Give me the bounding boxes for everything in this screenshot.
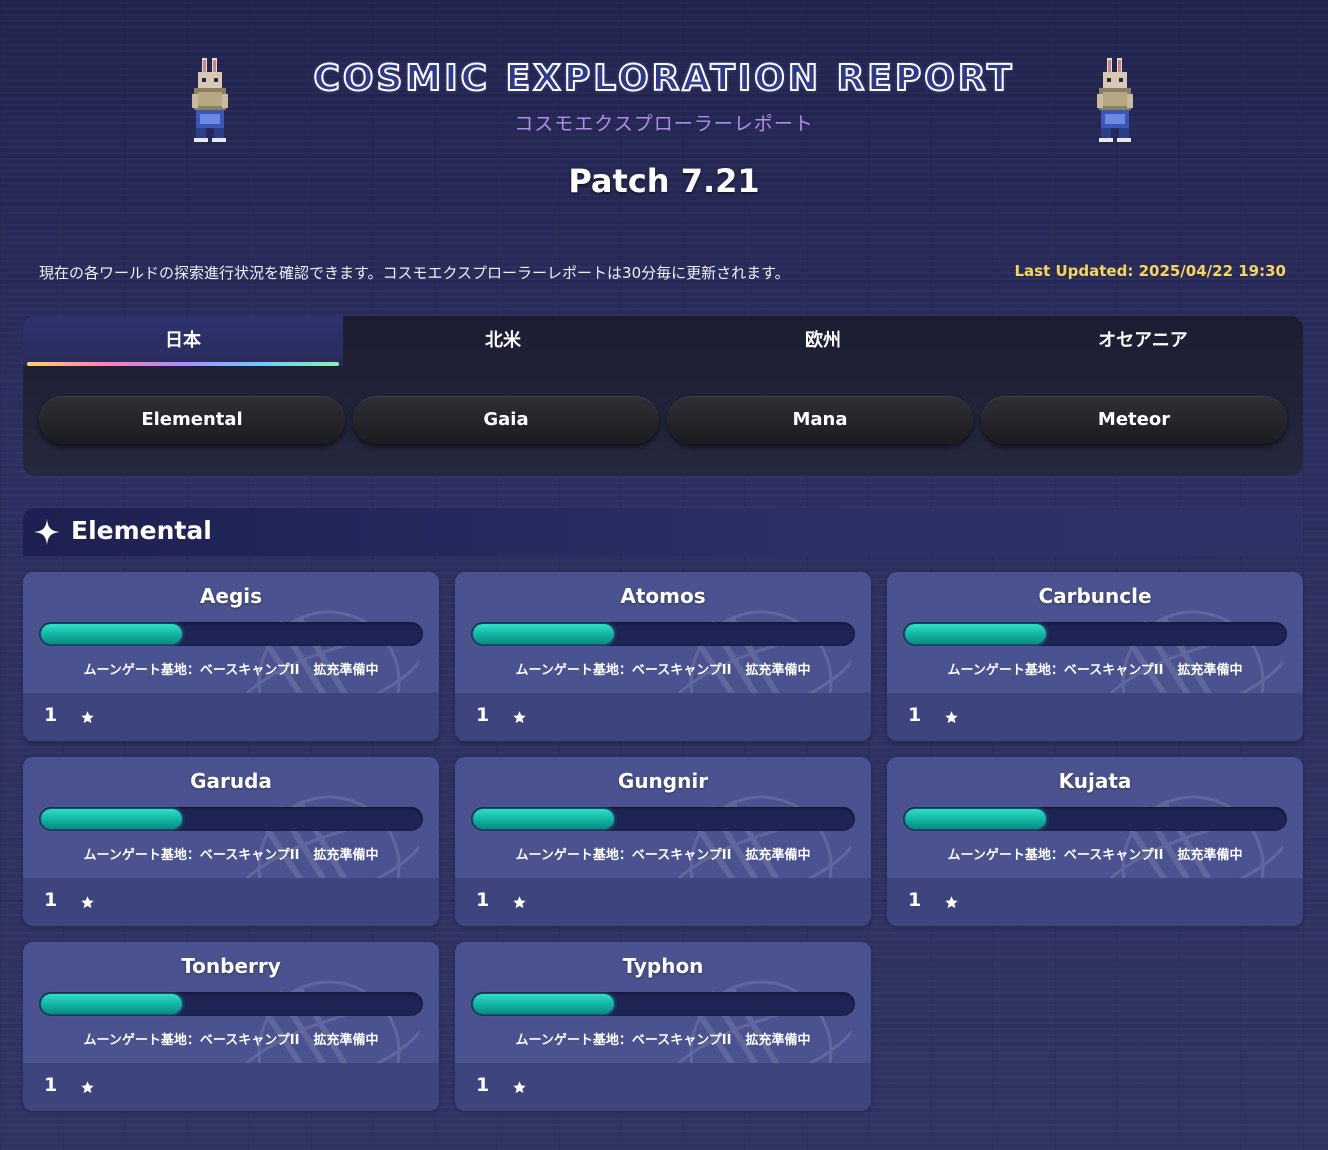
patch-version: Patch 7.21 <box>568 162 760 200</box>
tab-oceania[interactable]: オセアニア <box>983 316 1303 366</box>
world-status: 拡充準備中 <box>313 1033 379 1048</box>
world-status-line: ムーンゲート基地：ベースキャンプII 拡充準備中 <box>455 1029 871 1048</box>
rabbit-mascot-icon <box>1097 58 1133 142</box>
world-status: 拡充準備中 <box>745 1033 811 1048</box>
world-name: Carbuncle <box>1038 584 1152 608</box>
section-header: Elemental <box>23 508 1303 556</box>
card-footer: 1 <box>887 693 1303 741</box>
card-footer: 1 <box>23 693 439 741</box>
world-status-line: ムーンゲート基地：ベースキャンプII 拡充準備中 <box>887 659 1303 678</box>
progress-bar <box>471 992 855 1016</box>
progress-fill <box>473 994 614 1014</box>
card-footer: 1 <box>23 878 439 926</box>
region-selector-panel: 日本 北米 欧州 オセアニア Elemental Gaia Mana Meteo… <box>23 316 1303 476</box>
world-level: 1 <box>44 1074 58 1096</box>
world-name: Garuda <box>190 769 272 793</box>
star-icon <box>945 896 958 909</box>
world-level: 1 <box>476 1074 490 1096</box>
world-level: 1 <box>44 889 58 911</box>
world-status: 拡充準備中 <box>745 663 811 678</box>
star-icon <box>513 711 526 724</box>
star-icon <box>513 1081 526 1094</box>
section-title: Elemental <box>71 516 212 545</box>
progress-fill <box>905 624 1046 644</box>
world-location: ムーンゲート基地：ベースキャンプII <box>947 663 1164 678</box>
region-tabs: 日本 北米 欧州 オセアニア <box>23 316 1303 366</box>
last-updated-timestamp: Last Updated: 2025/04/22 19:30 <box>1014 262 1286 280</box>
world-status-line: ムーンゲート基地：ベースキャンプII 拡充準備中 <box>455 659 871 678</box>
world-status-line: ムーンゲート基地：ベースキャンプII 拡充準備中 <box>23 659 439 678</box>
world-card: Tonberry ムーンゲート基地：ベースキャンプII 拡充準備中 1 <box>23 942 439 1111</box>
world-location: ムーンゲート基地：ベースキャンプII <box>83 848 300 863</box>
world-name: Gungnir <box>617 769 709 793</box>
progress-fill <box>905 809 1046 829</box>
world-status: 拡充準備中 <box>313 663 379 678</box>
world-status-line: ムーンゲート基地：ベースキャンプII 拡充準備中 <box>23 844 439 863</box>
progress-bar <box>39 622 423 646</box>
world-name: Aegis <box>199 584 263 608</box>
world-location: ムーンゲート基地：ベースキャンプII <box>515 1033 732 1048</box>
world-status: 拡充準備中 <box>313 848 379 863</box>
world-level: 1 <box>476 704 490 726</box>
world-card: Atomos ムーンゲート基地：ベースキャンプII 拡充準備中 1 <box>455 572 871 741</box>
world-status-line: ムーンゲート基地：ベースキャンプII 拡充準備中 <box>887 844 1303 863</box>
world-level: 1 <box>908 889 922 911</box>
progress-bar <box>903 807 1287 831</box>
world-location: ムーンゲート基地：ベースキャンプII <box>515 663 732 678</box>
progress-fill <box>41 624 182 644</box>
world-card: Typhon ムーンゲート基地：ベースキャンプII 拡充準備中 1 <box>455 942 871 1111</box>
card-footer: 1 <box>455 693 871 741</box>
tab-europe[interactable]: 欧州 <box>663 316 983 366</box>
world-level: 1 <box>908 704 922 726</box>
world-card: Garuda ムーンゲート基地：ベースキャンプII 拡充準備中 1 <box>23 757 439 926</box>
star-icon <box>81 711 94 724</box>
card-footer: 1 <box>887 878 1303 926</box>
progress-bar <box>471 807 855 831</box>
page-description: 現在の各ワールドの探索進行状況を確認できます。コスモエクスプローラーレポートは3… <box>39 264 790 282</box>
world-location: ムーンゲート基地：ベースキャンプII <box>83 663 300 678</box>
star-icon <box>513 896 526 909</box>
progress-bar <box>471 622 855 646</box>
progress-fill <box>41 994 182 1014</box>
dc-button-gaia[interactable]: Gaia <box>353 396 659 444</box>
dc-button-mana[interactable]: Mana <box>667 396 973 444</box>
card-footer: 1 <box>23 1063 439 1111</box>
world-status: 拡充準備中 <box>745 848 811 863</box>
world-name: Typhon <box>622 954 704 978</box>
world-card: Aegis ムーンゲート基地：ベースキャンプII 拡充準備中 1 <box>23 572 439 741</box>
world-name: Tonberry <box>181 954 281 978</box>
world-card: Carbuncle ムーンゲート基地：ベースキャンプII 拡充準備中 1 <box>887 572 1303 741</box>
progress-fill <box>41 809 182 829</box>
tab-japan[interactable]: 日本 <box>23 316 343 366</box>
tab-north-america[interactable]: 北米 <box>343 316 663 366</box>
world-name: Kujata <box>1058 769 1132 793</box>
star-icon <box>81 896 94 909</box>
world-location: ムーンゲート基地：ベースキャンプII <box>83 1033 300 1048</box>
world-name: Atomos <box>620 584 706 608</box>
world-status-line: ムーンゲート基地：ベースキャンプII 拡充準備中 <box>23 1029 439 1048</box>
dc-button-elemental[interactable]: Elemental <box>39 396 345 444</box>
sparkle-icon <box>34 519 60 545</box>
world-card: Kujata ムーンゲート基地：ベースキャンプII 拡充準備中 1 <box>887 757 1303 926</box>
page-header: COSMIC EXPLORATION REPORT コスモエクスプローラーレポー… <box>0 0 1328 230</box>
world-level: 1 <box>476 889 490 911</box>
dc-button-meteor[interactable]: Meteor <box>981 396 1287 444</box>
progress-fill <box>473 624 614 644</box>
world-location: ムーンゲート基地：ベースキャンプII <box>515 848 732 863</box>
star-icon <box>945 711 958 724</box>
world-location: ムーンゲート基地：ベースキャンプII <box>947 848 1164 863</box>
world-level: 1 <box>44 704 58 726</box>
card-footer: 1 <box>455 1063 871 1111</box>
card-footer: 1 <box>455 878 871 926</box>
data-center-buttons: Elemental Gaia Mana Meteor <box>39 396 1287 444</box>
progress-bar <box>39 992 423 1016</box>
world-card: Gungnir ムーンゲート基地：ベースキャンプII 拡充準備中 1 <box>455 757 871 926</box>
progress-bar <box>903 622 1287 646</box>
progress-bar <box>39 807 423 831</box>
world-status-line: ムーンゲート基地：ベースキャンプII 拡充準備中 <box>455 844 871 863</box>
star-icon <box>81 1081 94 1094</box>
progress-fill <box>473 809 614 829</box>
world-status: 拡充準備中 <box>1177 848 1243 863</box>
world-status: 拡充準備中 <box>1177 663 1243 678</box>
